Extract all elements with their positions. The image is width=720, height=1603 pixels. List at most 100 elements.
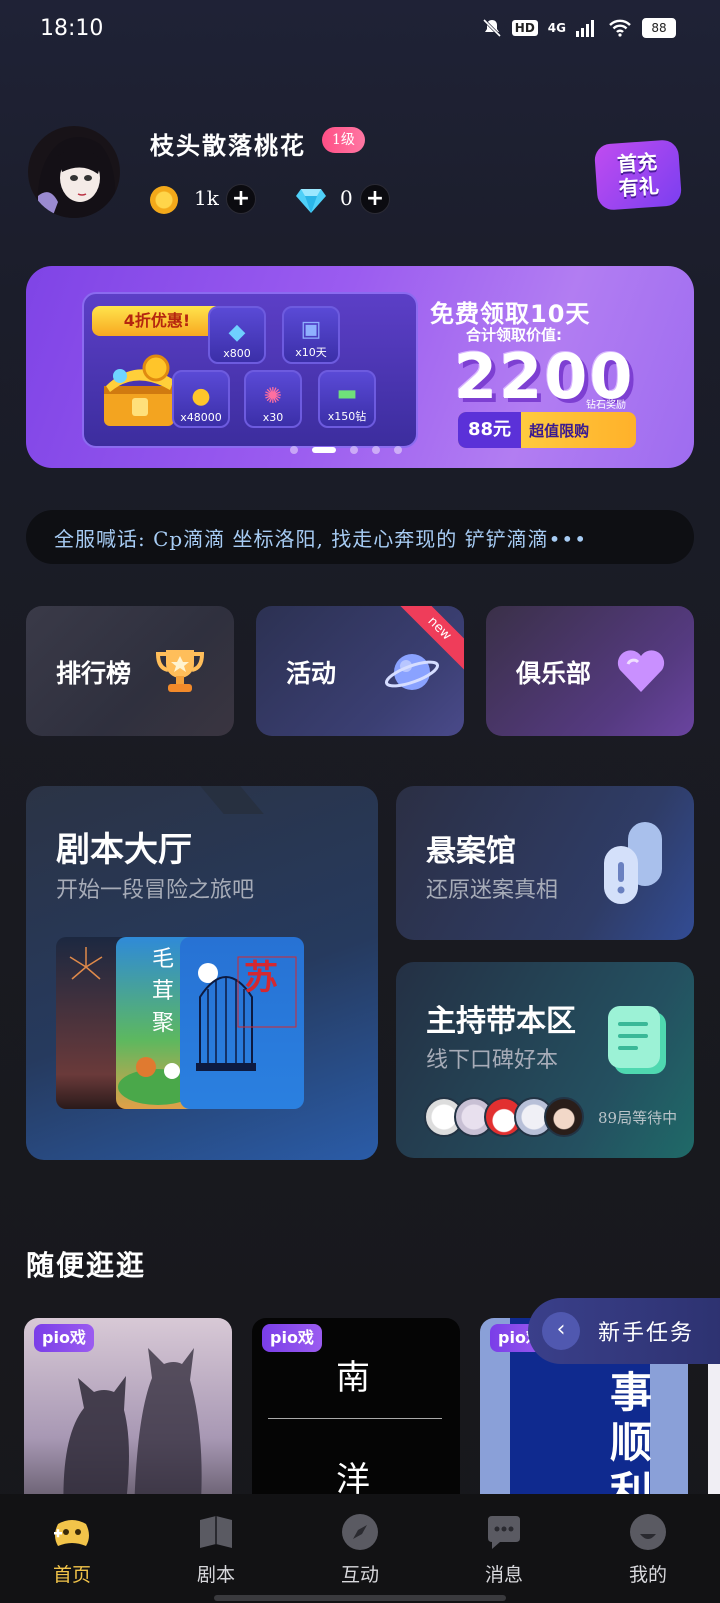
reward-label: x10天 — [295, 346, 327, 359]
pagination-dot[interactable] — [372, 446, 380, 454]
script-cover-birdcage — [180, 937, 304, 1109]
nav-messages[interactable]: 消息 — [454, 1512, 554, 1603]
room-card[interactable]: pio戏 — [24, 1318, 232, 1518]
cash-reward-icon: ▬ — [336, 381, 358, 406]
script-hall-subtitle: 开始一段冒险之旅吧 — [56, 878, 255, 903]
status-icons: HD 4G 88 — [482, 18, 676, 38]
coin-icon — [150, 186, 178, 214]
discount-tag: 4折优惠! — [92, 306, 222, 336]
diamond-reward-icon: ◆ — [228, 320, 246, 345]
signal-icon — [576, 20, 594, 37]
banner-value-note: 钻石奖励 — [586, 400, 626, 411]
bottom-nav: 首页 剧本 互动 消息 我的 — [0, 1494, 720, 1603]
waiting-count: 89局等待中 — [598, 1109, 678, 1127]
book-icon — [200, 1516, 232, 1548]
coin-reward-icon: ● — [191, 384, 211, 409]
lollipop-reward-icon: ✺ — [263, 384, 283, 409]
nav-label: 消息 — [484, 1564, 523, 1586]
broadcast-text: 全服喊话: Cp滴滴 坐标洛阳, 找走心奔现的 铲铲滴滴••• — [54, 526, 588, 551]
reward-label: x48000 — [180, 411, 222, 424]
section-title-browse: 随便逛逛 — [26, 1249, 147, 1282]
pio-tag: pio戏 — [34, 1324, 94, 1352]
battery-indicator: 88 — [642, 18, 676, 38]
birdcage-icon — [196, 956, 297, 1071]
room-card[interactable]: pio戏 南 洋 — [252, 1318, 460, 1518]
heart-icon — [617, 650, 665, 692]
diamond-icon — [296, 189, 326, 213]
room-card-char: 南 — [336, 1358, 370, 1398]
network-label: 4G — [547, 21, 566, 35]
user-avatar[interactable] — [28, 126, 120, 218]
first-charge-gift-button[interactable]: 首充有礼 — [593, 139, 683, 211]
profile-icon — [630, 1514, 666, 1550]
first-charge-label: 首充有礼 — [616, 149, 660, 201]
nav-label: 首页 — [52, 1564, 91, 1586]
game-controller-icon — [54, 1520, 89, 1546]
server-broadcast[interactable]: 全服喊话: Cp滴滴 坐标洛阳, 找走心奔现的 铲铲滴滴••• — [26, 510, 694, 564]
avatar-portrait-icon — [37, 137, 116, 218]
status-time: 18:10 — [40, 16, 104, 41]
reward-lollipop: ✺ x30 — [244, 370, 302, 428]
newbie-task-label: 新手任务 — [598, 1321, 695, 1346]
pio-tag: pio戏 — [262, 1324, 322, 1352]
hd-badge: HD — [511, 20, 538, 36]
activity-label: 活动 — [286, 659, 337, 688]
pagination-dot[interactable] — [290, 446, 298, 454]
reward-label: x30 — [262, 411, 284, 424]
nav-scripts[interactable]: 剧本 — [166, 1512, 266, 1603]
reward-cards: ▣ x10天 — [282, 306, 340, 364]
banner-pagination — [290, 446, 402, 454]
reward-label: x800 — [223, 347, 251, 360]
pagination-dot[interactable] — [350, 446, 358, 454]
diamond-balance: 0 — [340, 186, 353, 210]
trophy-icon — [155, 650, 205, 692]
activity-entry[interactable]: 活动 new — [256, 606, 464, 736]
newbie-task-button[interactable]: ‹ 新手任务 — [528, 1298, 720, 1364]
username: 枝头散落桃花 — [150, 131, 306, 160]
club-label: 俱乐部 — [516, 659, 592, 688]
coin-balance: 1k — [194, 186, 219, 210]
price: 88元 — [458, 412, 522, 448]
mystery-hall-subtitle: 还原迷案真相 — [426, 878, 559, 903]
nav-label: 互动 — [340, 1564, 379, 1586]
nav-interact[interactable]: 互动 — [310, 1512, 410, 1603]
nav-profile[interactable]: 我的 — [598, 1512, 698, 1603]
host-area-title: 主持带本区 — [426, 1004, 576, 1039]
nav-label: 剧本 — [196, 1564, 235, 1586]
cards-reward-icon: ▣ — [300, 317, 322, 342]
pagination-dot[interactable] — [394, 446, 402, 454]
add-coins-button[interactable]: + — [226, 184, 256, 214]
reward-cash: ▬ x150钻 — [318, 370, 376, 428]
compass-icon — [342, 1514, 378, 1550]
reward-coins: ● x48000 — [172, 370, 230, 428]
waiting-players — [424, 1097, 584, 1137]
player-avatar — [544, 1097, 584, 1137]
footprint-icon — [604, 822, 662, 904]
price-note: 超值限购 — [529, 421, 590, 440]
planet-icon — [384, 654, 440, 690]
reward-label: x150钻 — [327, 410, 367, 423]
nav-label: 我的 — [628, 1564, 667, 1586]
chat-bubble-icon — [488, 1516, 520, 1549]
add-diamonds-button[interactable]: + — [360, 184, 390, 214]
price-tag: 88元 超值限购 — [458, 412, 636, 448]
book-title-text: 毛茸聚 — [152, 947, 175, 1036]
book3-title: 苏 — [244, 958, 278, 998]
reward-diamonds: ◆ x800 — [208, 306, 266, 364]
mystery-hall-title: 悬案馆 — [426, 834, 516, 869]
document-icon — [608, 1006, 666, 1074]
divider — [268, 1418, 442, 1419]
chevron-left-icon: ‹ — [542, 1312, 580, 1350]
level-badge: 1级 — [322, 127, 365, 153]
wifi-icon — [609, 19, 631, 37]
nav-home[interactable]: 首页 — [22, 1512, 122, 1603]
mute-bell-icon — [482, 18, 501, 38]
leaderboard-label: 排行榜 — [56, 659, 132, 688]
promo-banner[interactable]: 4折优惠! ◆ x800 ▣ x10天 ● x48000 ✺ x30 ▬ x150钻 免费… — [26, 266, 694, 468]
host-area-subtitle: 线下口碑好本 — [426, 1048, 559, 1073]
pagination-dot-active[interactable] — [312, 447, 336, 453]
leaderboard-entry[interactable]: 排行榜 — [26, 606, 234, 736]
home-indicator[interactable] — [214, 1595, 506, 1601]
script-hall-title: 剧本大厅 — [56, 830, 192, 870]
club-entry[interactable]: 俱乐部 — [486, 606, 694, 736]
